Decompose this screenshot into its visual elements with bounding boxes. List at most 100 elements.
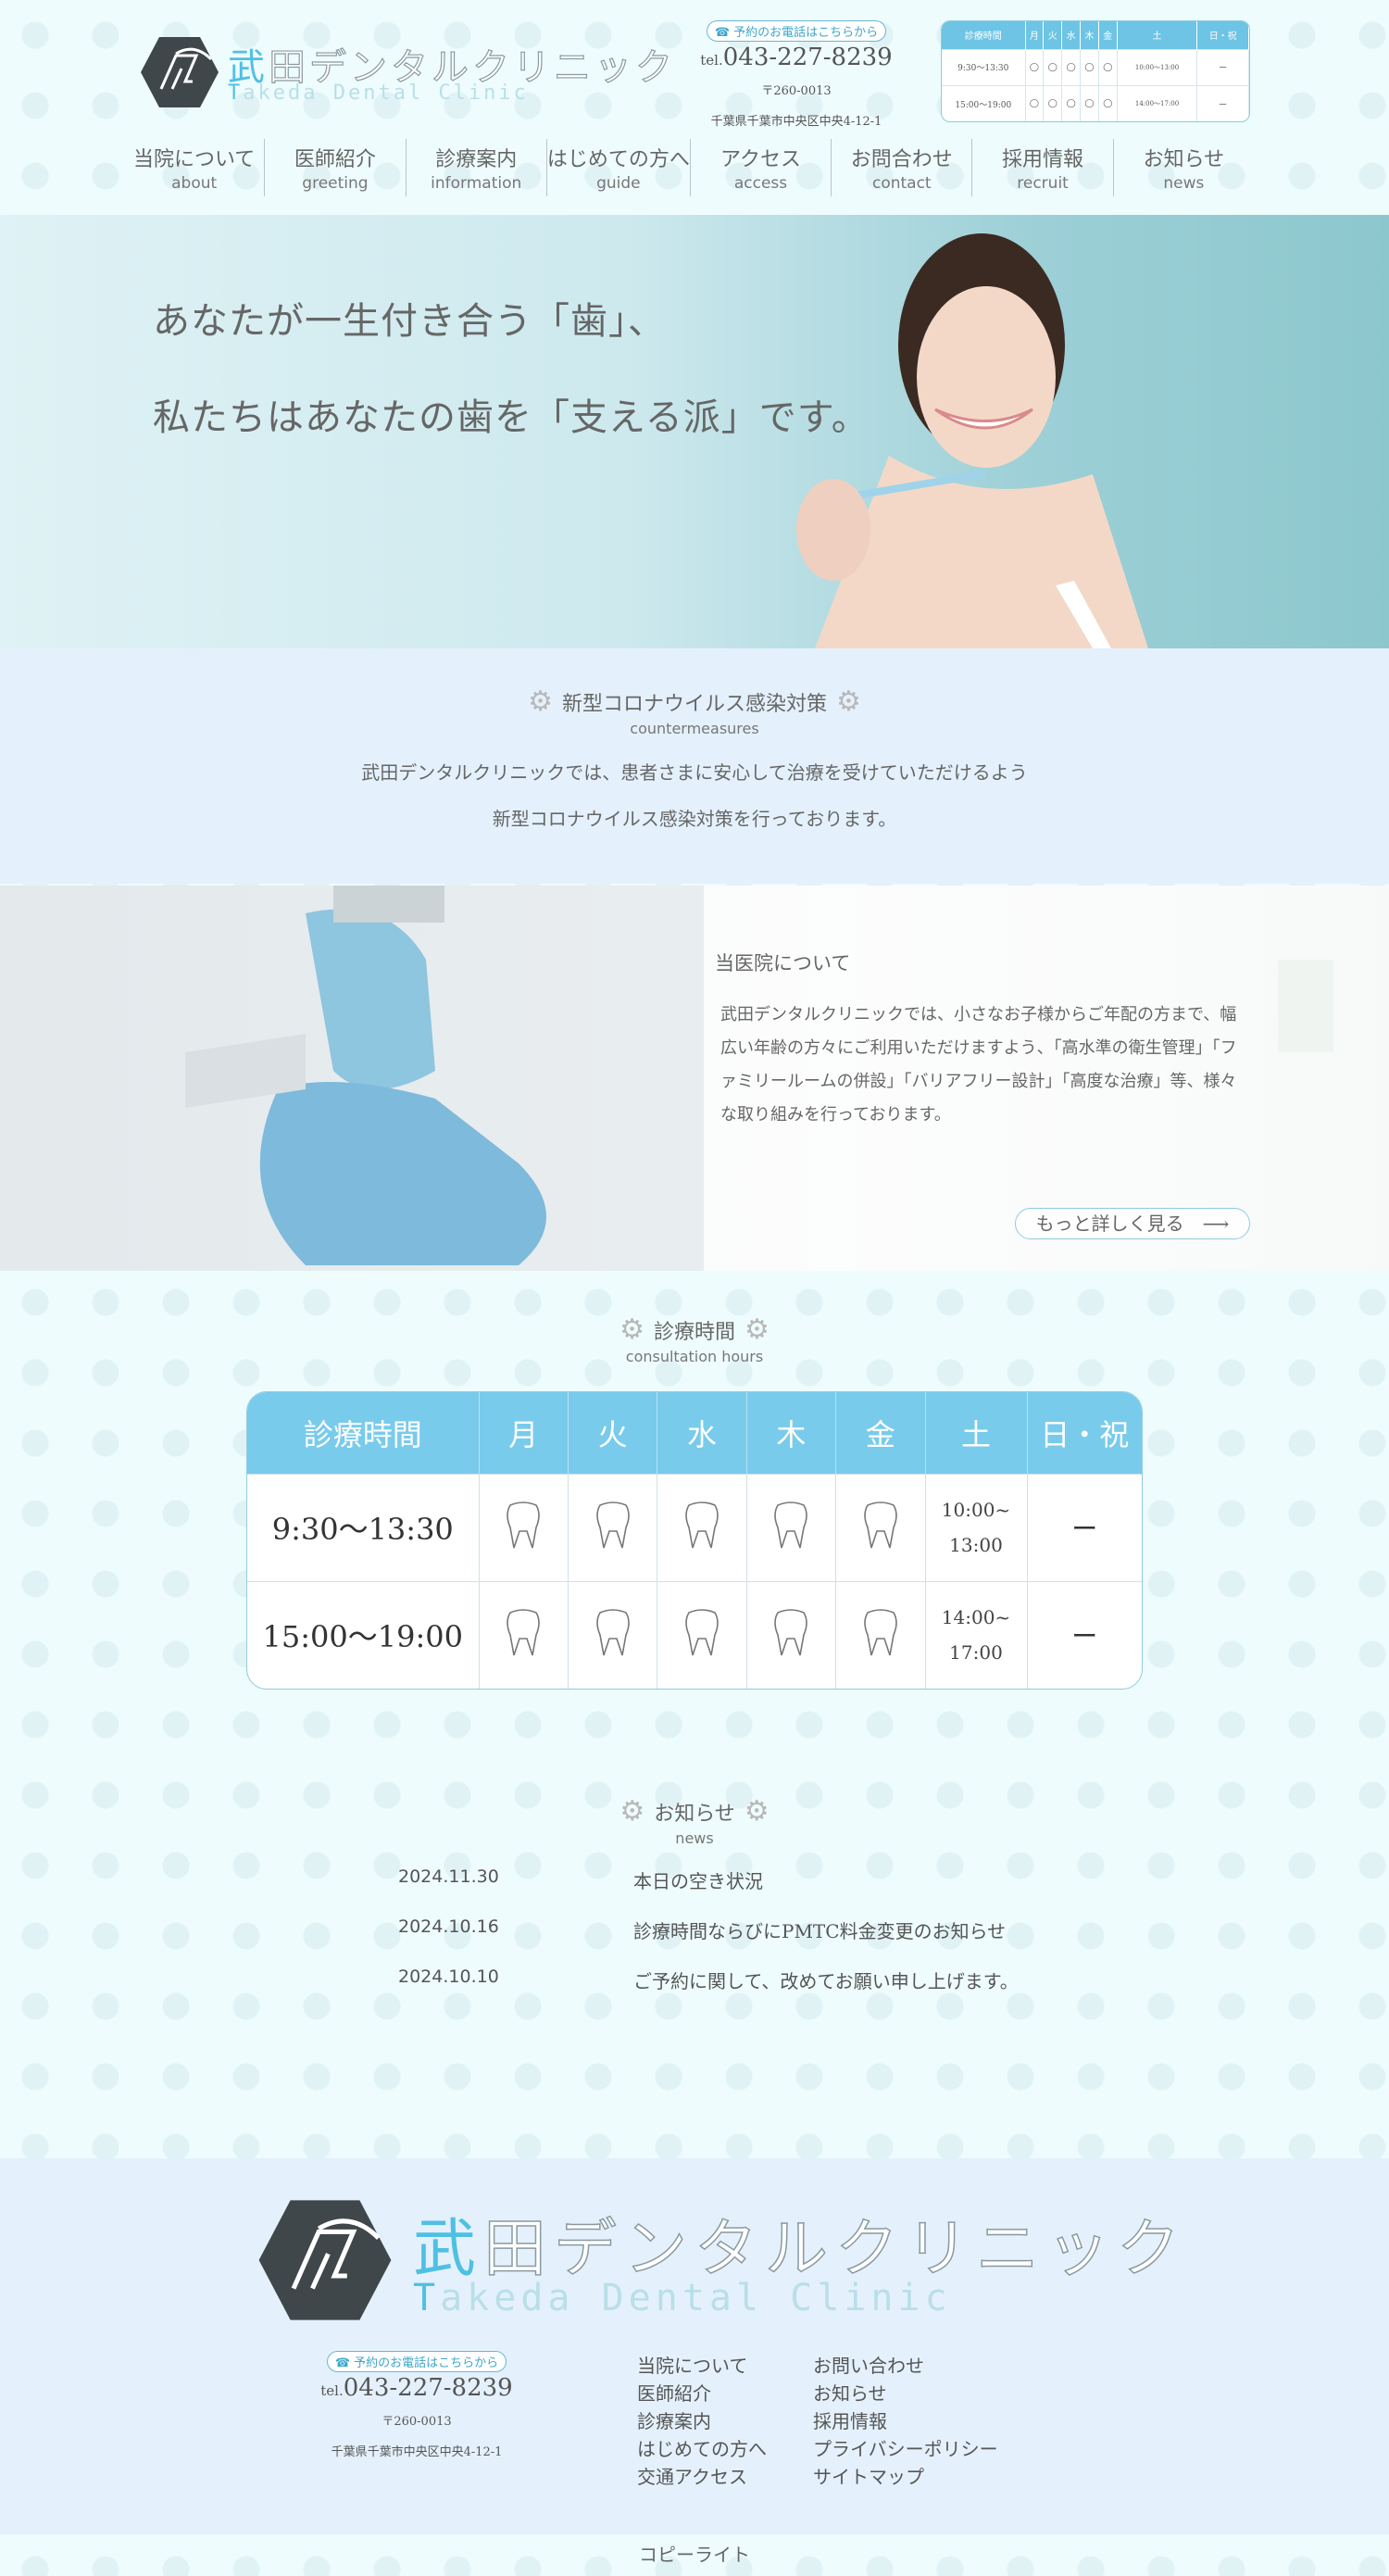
news-title-link[interactable]: 診療時間ならびにPMTC料金変更のお知らせ xyxy=(633,1916,1006,1967)
footer-link[interactable]: お知らせ xyxy=(813,2379,1026,2405)
hours-title: 診療時間 xyxy=(653,1320,735,1344)
hero-catchphrase-line1: あなたが一生付き合う「歯」、 xyxy=(153,300,666,343)
nav-item-recruit[interactable]: 採用情報 recruit xyxy=(972,139,1114,196)
saturday-start: 14:00~ xyxy=(941,1606,1011,1629)
nav-item-guide[interactable]: はじめての方へ guide xyxy=(547,139,691,196)
hours-header: 木 xyxy=(746,1392,837,1474)
reservation-label: ☎ 予約のお電話はこちらから xyxy=(326,2351,507,2372)
covid-text-line1: 武田デンタルクリニックでは、患者さまに安心して治療を受けていただけるよう xyxy=(361,761,1028,784)
tooth-icon xyxy=(479,1580,569,1689)
news-heading: ⚙ お知らせ ⚙ news xyxy=(0,1795,1389,1847)
nav-label-en: information xyxy=(431,174,522,193)
postal-code: 〒260-0013 xyxy=(761,84,832,98)
footer-logo-japanese: 武田デンタルクリニック xyxy=(413,2212,1188,2287)
tooth-icon xyxy=(835,1473,926,1582)
hours-header: 土 xyxy=(925,1392,1028,1474)
nav-label-en: contact xyxy=(871,174,932,193)
hours-holiday: ー xyxy=(1027,1473,1142,1582)
tooth-icon: ◯ xyxy=(1061,85,1082,121)
tooth-icon: ◯ xyxy=(1061,48,1082,86)
nav-label-jp: お知らせ xyxy=(1143,148,1225,171)
tooth-hexagon-logo-icon xyxy=(258,2200,392,2320)
nav-label-jp: 医師紹介 xyxy=(294,148,376,171)
nav-item-about[interactable]: 当院について about xyxy=(124,139,266,196)
hours-time: 15:00〜19:00 xyxy=(247,1580,480,1689)
footer-link[interactable]: 当院について xyxy=(637,2351,813,2377)
covid-section: ⚙ 新型コロナウイルス感染対策 ⚙ countermeasures 武田デンタル… xyxy=(0,648,1389,884)
footer-links: 当院について お問い合わせ 医師紹介 お知らせ 診療案内 採用情報 はじめての方… xyxy=(637,2351,1026,2488)
nav-item-contact[interactable]: お問合わせ contact xyxy=(832,139,973,196)
mini-hours-header: 火 xyxy=(1043,21,1063,49)
hours-header: 水 xyxy=(657,1392,747,1474)
mini-hours-holiday: ー xyxy=(1196,48,1249,86)
mini-hours-header: 水 xyxy=(1061,21,1082,49)
hours-header: 火 xyxy=(568,1392,658,1474)
nav-label-en: greeting xyxy=(302,174,369,193)
footer-logo[interactable]: 武田デンタルクリニック Takeda Dental Clinic xyxy=(256,2197,1181,2327)
covid-text-line2: 新型コロナウイルス感染対策を行っております。 xyxy=(492,808,897,830)
nav-label-jp: お問合わせ xyxy=(850,148,953,171)
tooth-icon: ◯ xyxy=(1098,85,1118,121)
news-subtitle: news xyxy=(675,1829,714,1847)
nav-label-en: about xyxy=(171,174,218,193)
list-item[interactable]: 2024.11.30 本日の空き状況 xyxy=(398,1866,1139,1916)
tooth-icon: ◯ xyxy=(1043,85,1063,121)
table-row: 9:30〜13:30 10:00~ 13:00 ー xyxy=(247,1473,1142,1582)
news-title-link[interactable]: ご予約に関して、改めてお願い申し上げます。 xyxy=(633,1967,1019,2017)
footer-link[interactable]: プライバシーポリシー xyxy=(813,2434,1026,2460)
reservation-label: ☎ 予約のお電話はこちらから xyxy=(706,20,887,42)
list-item[interactable]: 2024.10.10 ご予約に関して、改めてお願い申し上げます。 xyxy=(398,1967,1139,2017)
footer-phone-number[interactable]: tel.043-227-8239 xyxy=(306,2374,528,2402)
list-item[interactable]: 2024.10.16 診療時間ならびにPMTC料金変更のお知らせ xyxy=(398,1916,1139,1967)
footer-link[interactable]: お問い合わせ xyxy=(813,2351,1026,2377)
footer-link[interactable]: サイトマップ xyxy=(813,2462,1026,2488)
nav-item-greeting[interactable]: 医師紹介 greeting xyxy=(265,139,407,196)
mini-hours-header: 木 xyxy=(1080,21,1099,49)
about-title: 当医院について xyxy=(715,952,851,974)
tooth-icon: ◯ xyxy=(1080,85,1099,121)
site-logo[interactable]: 武田デンタルクリニック Takeda Dental Clinic xyxy=(139,35,673,113)
mini-hours-header: 診療時間 xyxy=(942,21,1026,49)
footer-link[interactable]: はじめての方へ xyxy=(637,2434,813,2460)
footer-link[interactable]: 診療案内 xyxy=(637,2406,813,2432)
news-title-link[interactable]: 本日の空き状況 xyxy=(633,1866,763,1916)
nav-label-jp: 当院について xyxy=(132,148,256,171)
saturday-end: 17:00 xyxy=(949,1641,1003,1665)
tooth-icon xyxy=(746,1473,837,1582)
news-list: 2024.11.30 本日の空き状況 2024.10.16 診療時間ならびにPM… xyxy=(398,1866,1139,2017)
nav-item-information[interactable]: 診療案内 information xyxy=(407,139,547,196)
news-title-row: ⚙ お知らせ ⚙ xyxy=(0,1795,1389,1828)
footer-link[interactable]: 交通アクセス xyxy=(637,2462,813,2488)
consultation-hours-table: 診療時間 月 火 水 木 金 土 日・祝 9:30〜13:30 10:00~ 13… xyxy=(246,1391,1143,1690)
hours-holiday: ー xyxy=(1027,1580,1142,1689)
mini-hours-header: 土 xyxy=(1117,21,1198,49)
site-footer: 武田デンタルクリニック Takeda Dental Clinic ☎ 予約のお電… xyxy=(0,2158,1389,2534)
mini-hours-saturday: 14:00〜17:00 xyxy=(1117,85,1198,121)
nav-label-jp: はじめての方へ xyxy=(546,148,690,171)
nav-item-access[interactable]: アクセス access xyxy=(691,139,832,196)
logo-english-text: Takeda Dental Clinic xyxy=(228,82,529,105)
phone-number[interactable]: tel.043-227-8239 xyxy=(685,44,907,71)
header-contact: ☎ 予約のお電話はこちらから tel.043-227-8239 〒260-001… xyxy=(685,20,907,129)
table-row: 15:00〜19:00 14:00~ 17:00 ー xyxy=(247,1580,1142,1689)
covid-title: 新型コロナウイルス感染対策 xyxy=(561,692,827,716)
footer-link[interactable]: 採用情報 xyxy=(813,2406,1026,2432)
news-date: 2024.11.30 xyxy=(398,1866,499,1887)
hours-heading: ⚙ 診療時間 ⚙ consultation hours xyxy=(0,1313,1389,1365)
nav-item-news[interactable]: お知らせ news xyxy=(1114,139,1254,196)
tooth-icon xyxy=(568,1473,658,1582)
about-section: 当医院について 武田デンタルクリニックでは、小さなお子様からご年配の方まで、幅広… xyxy=(0,886,1389,1271)
header-hours-table: 診療時間 月 火 水 木 金 土 日・祝 9:30〜13:30 ◯ ◯ ◯ ◯ … xyxy=(941,20,1250,122)
tooth-icon: ◯ xyxy=(1025,85,1045,121)
tooth-icon: ◯ xyxy=(1043,48,1063,86)
mini-hours-holiday: ー xyxy=(1196,85,1249,121)
more-details-button[interactable]: もっと詳しく見る ⟶ xyxy=(1015,1208,1250,1239)
nav-label-en: guide xyxy=(596,174,641,193)
hours-header: 月 xyxy=(479,1392,569,1474)
footer-link[interactable]: 医師紹介 xyxy=(637,2379,813,2405)
mini-hours-header: 月 xyxy=(1025,21,1045,49)
hours-title-row: ⚙ 診療時間 ⚙ xyxy=(0,1313,1389,1346)
footer-postal-code: 〒260-0013 xyxy=(382,2415,452,2429)
hours-time: 9:30〜13:30 xyxy=(247,1473,480,1582)
mini-hours-header: 金 xyxy=(1098,21,1118,49)
